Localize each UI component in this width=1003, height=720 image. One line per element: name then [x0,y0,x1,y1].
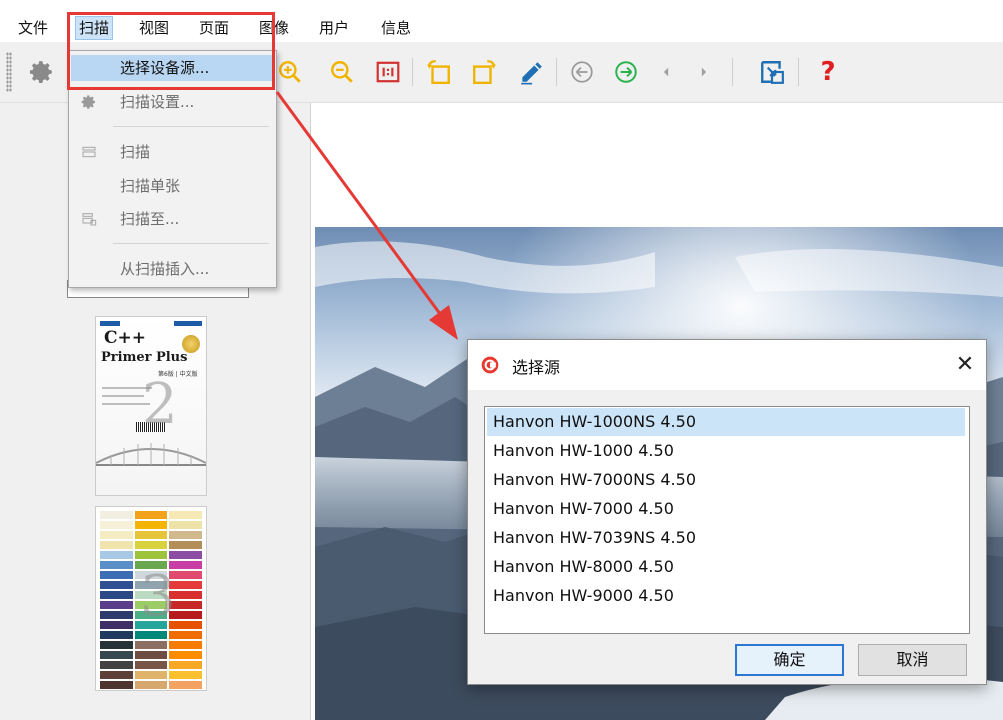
list-item[interactable]: Hanvon HW-8000 4.50 [487,553,965,581]
cover-title: C++ [104,328,147,348]
menu-item-scan-single[interactable]: 扫描单张 [69,173,276,199]
cancel-button[interactable]: 取消 [858,644,967,676]
source-list[interactable]: Hanvon HW-1000NS 4.50 Hanvon HW-1000 4.5… [484,406,970,634]
rotate-left-icon[interactable] [425,58,453,86]
menu-view[interactable]: 视图 [139,17,169,39]
app-logo-icon [481,356,499,374]
dialog-title: 选择源 [512,358,561,377]
select-source-dialog: 选择源 ✕ Hanvon HW-1000NS 4.50 Hanvon HW-10… [467,339,987,685]
menu-item-label: 从扫描插入... [120,260,210,278]
cover-decoration [174,321,202,326]
list-item[interactable]: Hanvon HW-7000NS 4.50 [487,466,965,494]
menu-bar: 文件 扫描 视图 页面 图像 用户 信息 [0,0,1003,42]
cover-text-line [102,395,144,397]
thumbnail-page[interactable]: 3 [96,507,206,690]
toolbar-separator [412,58,413,86]
thumbnail-page[interactable]: C++ Primer Plus 第6版 | 中文版 2 [96,317,206,495]
menu-user[interactable]: 用户 [319,17,349,39]
gear-icon[interactable] [28,58,56,86]
scan-menu-dropdown: 选择设备源... 扫描设置... 扫描 扫描单张 扫描至... 从扫描插入... [68,50,277,288]
help-icon[interactable]: ? [814,58,842,86]
menu-item-label: 扫描设置... [120,93,195,111]
list-item[interactable]: Hanvon HW-9000 4.50 [487,582,965,610]
close-icon[interactable]: ✕ [950,350,980,380]
menu-separator [113,243,269,244]
toolbar-separator [798,58,799,86]
list-item[interactable]: Hanvon HW-7000 4.50 [487,495,965,523]
menu-item-label: 扫描至... [120,210,180,228]
help-label: ? [820,57,836,87]
menu-item-label: 选择设备源... [120,59,210,77]
menu-page[interactable]: 页面 [199,17,229,39]
zoom-in-icon[interactable] [276,58,304,86]
scan-to-icon [82,213,97,226]
zoom-out-icon[interactable] [328,58,356,86]
actual-size-icon[interactable] [374,58,402,86]
export-icon[interactable] [758,58,786,86]
next-circle-icon[interactable] [612,58,640,86]
menu-item-insert-from-scan[interactable]: 从扫描插入... [69,256,276,282]
menu-item-scan[interactable]: 扫描 [69,139,276,165]
list-item[interactable]: Hanvon HW-7039NS 4.50 [487,524,965,552]
menu-separator [113,126,269,127]
next-page-icon[interactable] [690,58,718,86]
list-item[interactable]: Hanvon HW-1000NS 4.50 [487,408,965,436]
menu-image[interactable]: 图像 [259,17,289,39]
menu-item-select-source[interactable]: 选择设备源... [71,55,272,81]
page-number: 3 [140,564,176,629]
menu-item-scan-settings[interactable]: 扫描设置... [69,89,276,115]
menu-item-scan-to[interactable]: 扫描至... [69,206,276,232]
cover-subtitle: Primer Plus [101,350,188,365]
edit-pen-icon[interactable] [517,58,545,86]
gear-icon [81,95,95,109]
cover-bridge-illustration [96,443,206,466]
page-number: 2 [142,372,178,437]
toolbar-separator [556,58,557,86]
rotate-right-icon[interactable] [470,58,498,86]
dialog-titlebar[interactable]: 选择源 ✕ [468,340,986,390]
toolbar-grip[interactable] [6,52,12,92]
menu-item-label: 扫描 [120,143,151,161]
ok-button[interactable]: 确定 [735,644,844,676]
menu-item-label: 扫描单张 [120,177,181,195]
prev-circle-icon[interactable] [568,58,596,86]
cover-decoration [100,321,120,326]
list-item[interactable]: Hanvon HW-1000 4.50 [487,437,965,465]
menu-scan[interactable]: 扫描 [75,16,114,40]
toolbar-separator [732,58,733,86]
cover-badge-icon [182,335,200,353]
prev-page-icon[interactable] [652,58,680,86]
menu-file[interactable]: 文件 [18,17,48,39]
scanner-icon [82,146,96,158]
menu-info[interactable]: 信息 [381,17,411,39]
